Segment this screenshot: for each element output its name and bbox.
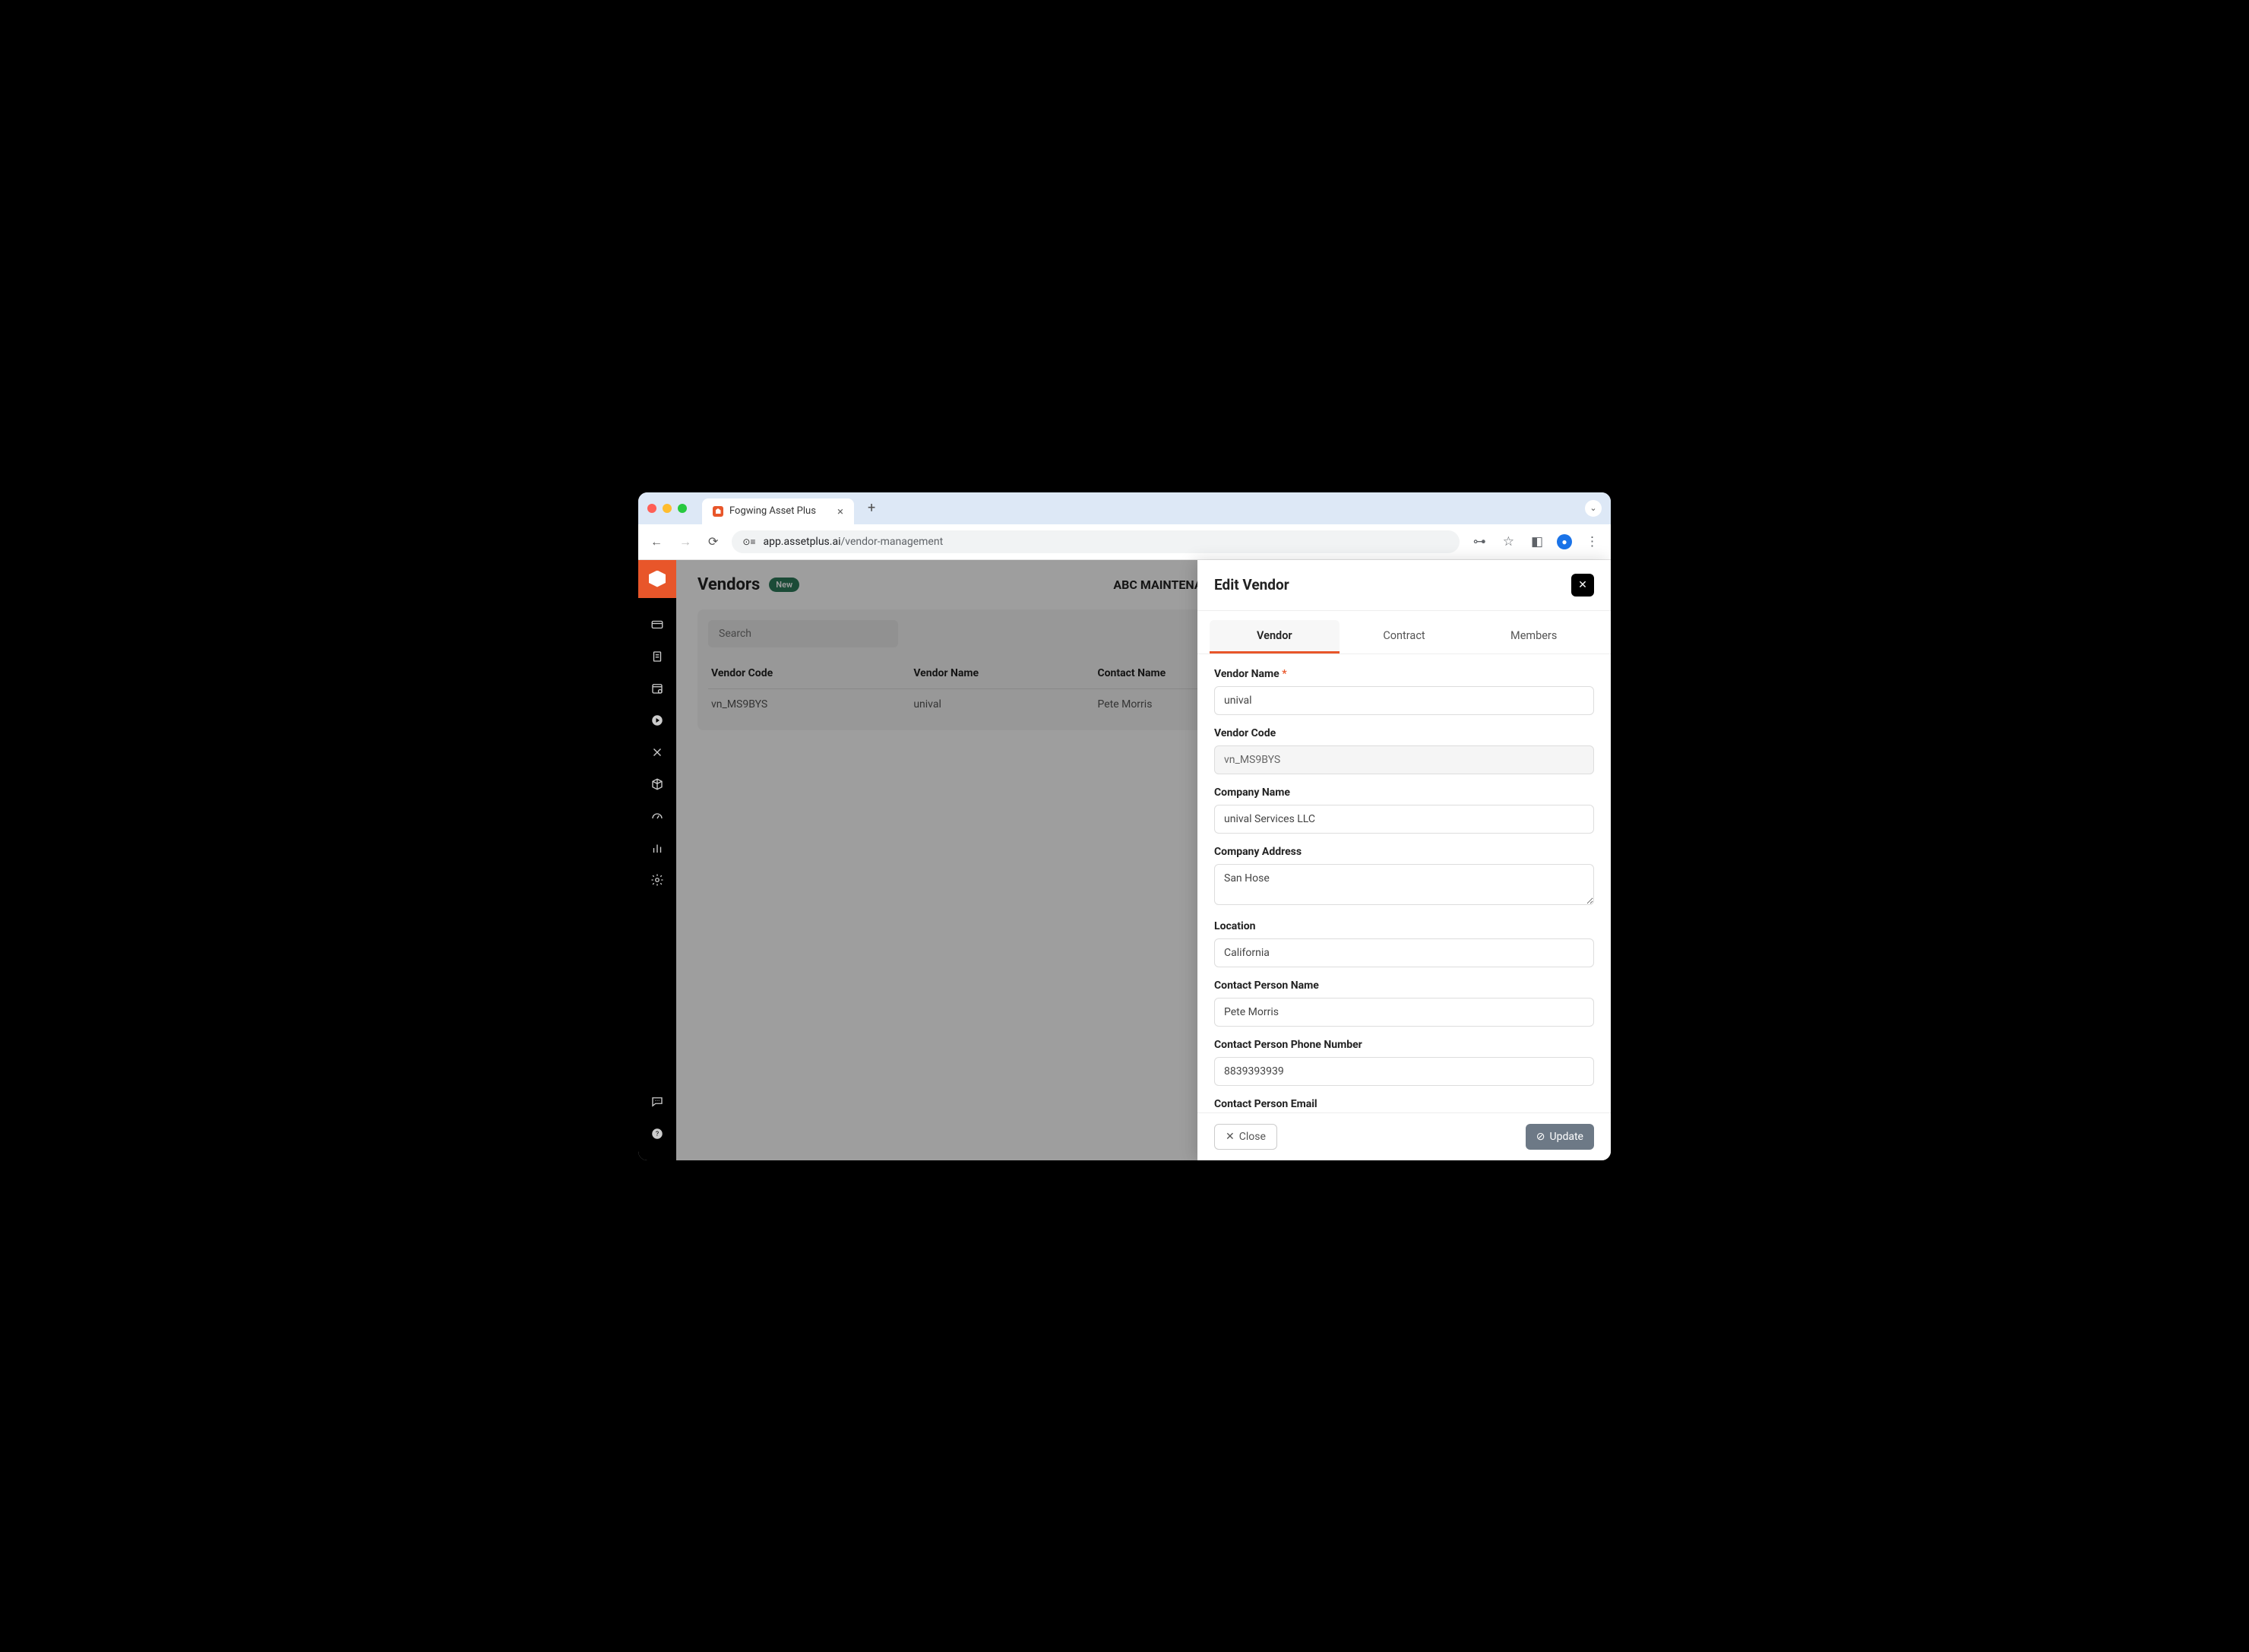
browser-window: Fogwing Asset Plus × + ⌄ ← → ⟳ ⊙≡ app.as… [638, 492, 1611, 1160]
maximize-window-button[interactable] [678, 504, 687, 513]
input-location[interactable] [1214, 938, 1594, 967]
url-input[interactable]: ⊙≡ app.assetplus.ai/vendor-management [732, 530, 1459, 553]
label-company-address: Company Address [1214, 846, 1594, 858]
window-controls [647, 504, 687, 513]
tab-title: Fogwing Asset Plus [729, 505, 816, 517]
sidebar-item-clipboard[interactable] [638, 642, 676, 671]
vendor-form: Vendor Name * Vendor Code Company Name C… [1197, 654, 1611, 1112]
input-vendor-code [1214, 745, 1594, 774]
menu-icon[interactable]: ⋮ [1583, 533, 1602, 551]
label-company-name: Company Name [1214, 786, 1594, 799]
bookmark-icon[interactable]: ☆ [1500, 533, 1517, 551]
label-vendor-code: Vendor Code [1214, 727, 1594, 739]
sidebar-item-gauge[interactable] [638, 802, 676, 831]
input-contact-name[interactable] [1214, 998, 1594, 1027]
update-button[interactable]: ⊘ Update [1526, 1124, 1594, 1150]
tabs-dropdown-button[interactable]: ⌄ [1585, 500, 1602, 517]
label-vendor-name: Vendor Name * [1214, 668, 1594, 680]
sidebar-item-gear[interactable] [638, 866, 676, 894]
sidebar-item-play[interactable] [638, 706, 676, 735]
update-button-label: Update [1550, 1131, 1583, 1143]
tab-members[interactable]: Members [1469, 620, 1599, 654]
new-tab-button[interactable]: + [863, 500, 880, 516]
browser-tab[interactable]: Fogwing Asset Plus × [702, 498, 854, 524]
check-icon: ⊘ [1536, 1131, 1545, 1143]
sidebar-item-help[interactable]: ? [638, 1119, 676, 1148]
minimize-window-button[interactable] [663, 504, 672, 513]
drawer-footer: ✕ Close ⊘ Update [1197, 1112, 1611, 1160]
reload-button[interactable]: ⟳ [705, 533, 721, 550]
close-tab-button[interactable]: × [837, 505, 843, 518]
textarea-company-address[interactable]: San Hose [1214, 864, 1594, 905]
tab-vendor[interactable]: Vendor [1210, 620, 1340, 654]
label-contact-email: Contact Person Email [1214, 1098, 1594, 1110]
input-vendor-name[interactable] [1214, 686, 1594, 715]
sidebar-item-tools[interactable] [638, 738, 676, 767]
edit-vendor-drawer: Edit Vendor ✕ Vendor Contract Members Ve… [1197, 560, 1611, 1160]
close-drawer-button[interactable]: ✕ [1571, 574, 1594, 597]
close-window-button[interactable] [647, 504, 656, 513]
sidebar-item-card[interactable] [638, 610, 676, 639]
forward-button[interactable]: → [676, 533, 694, 551]
input-contact-phone[interactable] [1214, 1057, 1594, 1086]
sidebar-item-chat[interactable] [638, 1087, 676, 1116]
back-button[interactable]: ← [647, 533, 666, 551]
sidebar-item-box3d[interactable] [638, 770, 676, 799]
url-path: /vendor-management [841, 536, 944, 548]
password-icon[interactable]: ⊶ [1470, 533, 1489, 551]
close-button[interactable]: ✕ Close [1214, 1124, 1277, 1150]
tab-contract[interactable]: Contract [1340, 620, 1469, 654]
sidebar-item-stats[interactable] [638, 834, 676, 862]
close-icon: ✕ [1226, 1131, 1235, 1143]
svg-text:?: ? [656, 1131, 659, 1138]
sidebar-item-calendar[interactable] [638, 674, 676, 703]
label-location: Location [1214, 920, 1594, 932]
profile-avatar-icon[interactable]: ● [1557, 534, 1572, 549]
input-company-name[interactable] [1214, 805, 1594, 834]
app-logo[interactable] [638, 560, 676, 598]
main-content: Vendors New ABC MAINTENANCE SERVICES Ven… [676, 560, 1611, 1160]
drawer-title: Edit Vendor [1214, 576, 1289, 593]
close-button-label: Close [1239, 1131, 1266, 1143]
favicon-icon [713, 506, 723, 517]
label-contact-phone: Contact Person Phone Number [1214, 1039, 1594, 1051]
browser-addressbar: ← → ⟳ ⊙≡ app.assetplus.ai/vendor-managem… [638, 524, 1611, 560]
sidebar: ? [638, 560, 676, 1160]
drawer-tabs: Vendor Contract Members [1197, 611, 1611, 654]
label-contact-name: Contact Person Name [1214, 979, 1594, 992]
drawer-header: Edit Vendor ✕ [1197, 560, 1611, 611]
site-info-icon: ⊙≡ [742, 536, 755, 547]
url-domain: app.assetplus.ai [763, 536, 840, 548]
app-root: ? Vendors New ABC MAINTENANCE SERVICES V… [638, 560, 1611, 1160]
browser-tabbar: Fogwing Asset Plus × + ⌄ [638, 492, 1611, 524]
panel-icon[interactable]: ◧ [1528, 533, 1546, 551]
